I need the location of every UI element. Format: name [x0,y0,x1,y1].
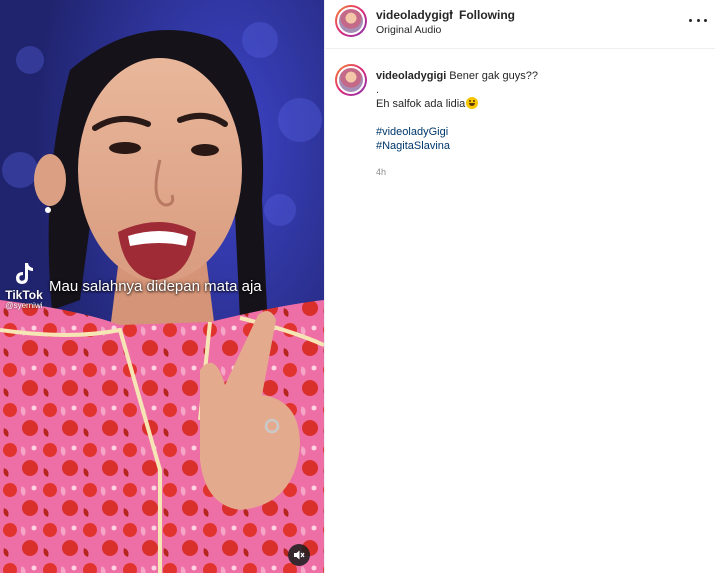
tiktok-logo-icon [16,263,33,284]
more-options-button[interactable] [689,13,707,27]
following-button[interactable]: Following [459,8,515,22]
hashtag-link[interactable]: #videoladyGigi [376,125,706,139]
video-caption-overlay: Mau salahnya didepan mata aja [49,278,262,295]
post-details-panel: videoladygigi • Following Original Audio… [324,0,715,573]
header-separator: • [449,6,454,20]
avatar[interactable] [335,5,367,37]
comment-timestamp[interactable]: 4h [376,167,386,177]
hashtag-list: #videoladyGigi #NagitaSlavina [376,125,706,153]
more-horizontal-icon [689,18,692,22]
hashtag-link[interactable]: #NagitaSlavina [376,139,706,153]
comment-text: Bener gak guys?? [449,70,538,82]
tiktok-brand-text: TikTok [5,288,43,302]
video-player[interactable]: TikTok @syerniwi Mau salahnya didepan ma… [0,0,324,573]
mute-button[interactable] [288,544,310,566]
header-username[interactable]: videoladygigi [376,8,453,22]
comment-username[interactable]: videoladygigi [376,70,446,82]
speaker-muted-icon [294,550,305,560]
comment-dot-line: . [376,84,380,96]
grinning-face-icon [466,97,479,109]
caption-comment: videoladygigi Bener gak guys?? . Eh salfo… [376,69,706,153]
audio-label[interactable]: Original Audio [376,24,441,36]
post-header: videoladygigi • Following Original Audio [325,0,715,49]
tiktok-handle-text: @syerniwi [5,301,43,310]
comment-line-2-text: Eh salfok ada lidia [376,98,466,110]
comment-line-2: Eh salfok ada lidia [376,97,706,111]
tiktok-watermark: TikTok @syerniwi [0,262,48,310]
comment-avatar[interactable] [335,64,367,96]
